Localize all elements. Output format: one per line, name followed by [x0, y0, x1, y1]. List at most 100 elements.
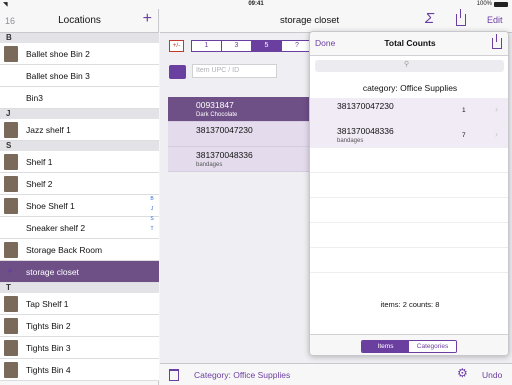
count-row[interactable]: 381370047230 1 ›: [310, 98, 508, 123]
count-row-subtitle: bandages: [337, 138, 364, 144]
sigma-totals-icon[interactable]: Σ: [425, 10, 434, 27]
item-row[interactable]: 381370047230: [168, 122, 313, 147]
location-label: Jazz shelf 1: [26, 125, 71, 135]
location-row[interactable]: Tap Shelf 1: [0, 293, 159, 315]
location-label: storage closet: [26, 267, 79, 277]
location-row[interactable]: Sneaker shelf 2: [0, 217, 159, 239]
empty-row: [310, 198, 508, 223]
location-label: Ballet shoe Bin 3: [26, 71, 90, 81]
trash-icon[interactable]: [169, 369, 179, 381]
category-filter-button[interactable]: Category: Office Supplies: [194, 370, 290, 380]
location-row[interactable]: Ballet shoe Bin 3: [0, 65, 159, 87]
location-row[interactable]: Jazz shelf 1: [0, 119, 159, 141]
segment-option[interactable]: ?: [282, 41, 312, 51]
status-time: 09:41: [248, 1, 264, 7]
location-label: Shelf 1: [26, 157, 53, 167]
status-bar: ◥ 09:41 100%: [0, 0, 512, 9]
popover-footer: Items Categories: [310, 334, 508, 355]
location-row[interactable]: Shelf 1: [0, 151, 159, 173]
popover-search-field[interactable]: ⚲: [315, 60, 504, 72]
gear-icon[interactable]: ⚙: [457, 366, 468, 380]
undo-button[interactable]: Undo: [482, 370, 502, 380]
item-list: 00931847 Dark Chocolate 381370047230 381…: [168, 97, 313, 172]
share-icon[interactable]: [492, 34, 502, 49]
tab-items[interactable]: Items: [362, 341, 409, 352]
location-thumbnail: [4, 296, 18, 312]
location-row-selected[interactable]: ✦ storage closet: [0, 261, 159, 283]
section-index[interactable]: B J S T: [148, 194, 156, 234]
tab-categories[interactable]: Categories: [409, 341, 456, 352]
location-row[interactable]: Bin3: [0, 87, 159, 109]
item-code: 381370048336: [196, 150, 253, 160]
battery-percent: 100%: [476, 1, 492, 7]
location-row[interactable]: Shoe Shelf 1: [0, 195, 159, 217]
location-row[interactable]: Ballet shoe Bin 2: [0, 43, 159, 65]
share-icon[interactable]: [456, 9, 466, 26]
empty-row: [310, 148, 508, 173]
search-icon: ⚲: [404, 61, 410, 68]
chevron-right-icon: ›: [495, 129, 498, 139]
index-letter[interactable]: B: [148, 194, 156, 204]
count-summary: items: 2 counts: 8: [380, 300, 440, 309]
quantity-segmented-control: 1 3 5 ?: [191, 40, 313, 52]
section-header-t: T: [0, 283, 159, 293]
battery-indicator: 100%: [477, 1, 508, 7]
bottom-toolbar: Category: Office Supplies ⚙ Undo: [160, 363, 512, 385]
location-label: Tights Bin 2: [26, 321, 71, 331]
item-row[interactable]: 00931847 Dark Chocolate: [168, 97, 313, 122]
count-row[interactable]: 381370048336 bandages 7 ›: [310, 123, 508, 148]
count-row-count: 7: [462, 132, 466, 139]
nav-bar: storage closet Σ Edit: [160, 9, 512, 33]
location-thumbnail: [4, 122, 18, 138]
section-header-j: J: [0, 109, 159, 119]
location-row[interactable]: Tights Bin 3: [0, 337, 159, 359]
index-letter[interactable]: T: [148, 224, 156, 234]
section-header-b: B: [0, 33, 159, 43]
location-list: B Ballet shoe Bin 2 Ballet shoe Bin 3 Bi…: [0, 33, 159, 381]
location-label: Bin3: [26, 93, 44, 103]
index-letter[interactable]: S: [148, 214, 156, 224]
segment-option[interactable]: 1: [192, 41, 222, 51]
item-code: 00931847: [196, 100, 234, 110]
location-row[interactable]: Tights Bin 2: [0, 315, 159, 337]
pin-icon: ✦: [6, 266, 14, 276]
location-label: Sneaker shelf 2: [26, 223, 86, 233]
location-row[interactable]: Storage Back Room: [0, 239, 159, 261]
barcode-scan-icon[interactable]: [169, 65, 186, 79]
popover-category-heading: category: Office Supplies: [362, 83, 458, 93]
add-location-button[interactable]: +: [143, 10, 152, 28]
empty-row: [310, 248, 508, 273]
index-letter[interactable]: J: [148, 204, 156, 214]
popover-header: Done Total Counts: [310, 32, 508, 56]
location-label: Storage Back Room: [26, 245, 103, 255]
count-row-code: 381370048336: [337, 126, 394, 136]
edit-button[interactable]: Edit: [487, 15, 503, 25]
page-title: storage closet: [280, 15, 340, 26]
item-subtitle: bandages: [196, 162, 223, 168]
location-row[interactable]: Shelf 2: [0, 173, 159, 195]
popover-count-list: 381370047230 1 › 381370048336 bandages 7…: [310, 98, 508, 273]
segment-option[interactable]: 3: [222, 41, 252, 51]
battery-icon: [494, 1, 508, 7]
segment-option-selected[interactable]: 5: [252, 41, 282, 51]
location-row[interactable]: Tights Bin 4: [0, 359, 159, 381]
location-thumbnail: [4, 318, 18, 334]
empty-row: [310, 173, 508, 198]
location-thumbnail: [4, 176, 18, 192]
section-header-s: S: [0, 141, 159, 151]
location-label: Shelf 2: [26, 179, 53, 189]
location-label: Ballet shoe Bin 2: [26, 49, 90, 59]
count-row-code: 381370047230: [337, 101, 394, 111]
popover-title: Total Counts: [384, 38, 436, 48]
sidebar-header: 16 Locations +: [0, 9, 158, 33]
location-thumbnail: [4, 198, 18, 214]
item-code: 381370047230: [196, 125, 253, 135]
chevron-right-icon: ›: [495, 104, 498, 114]
total-counts-popover: Done Total Counts ⚲ category: Office Sup…: [309, 31, 509, 356]
upc-input[interactable]: Item UPC / ID: [192, 64, 277, 78]
location-thumbnail: [4, 154, 18, 170]
view-mode-segmented-control: Items Categories: [361, 340, 457, 353]
plus-minus-button[interactable]: +/-: [169, 40, 184, 52]
item-row[interactable]: 381370048336 bandages: [168, 147, 313, 172]
sidebar: 16 Locations + B Ballet shoe Bin 2 Balle…: [0, 9, 159, 385]
